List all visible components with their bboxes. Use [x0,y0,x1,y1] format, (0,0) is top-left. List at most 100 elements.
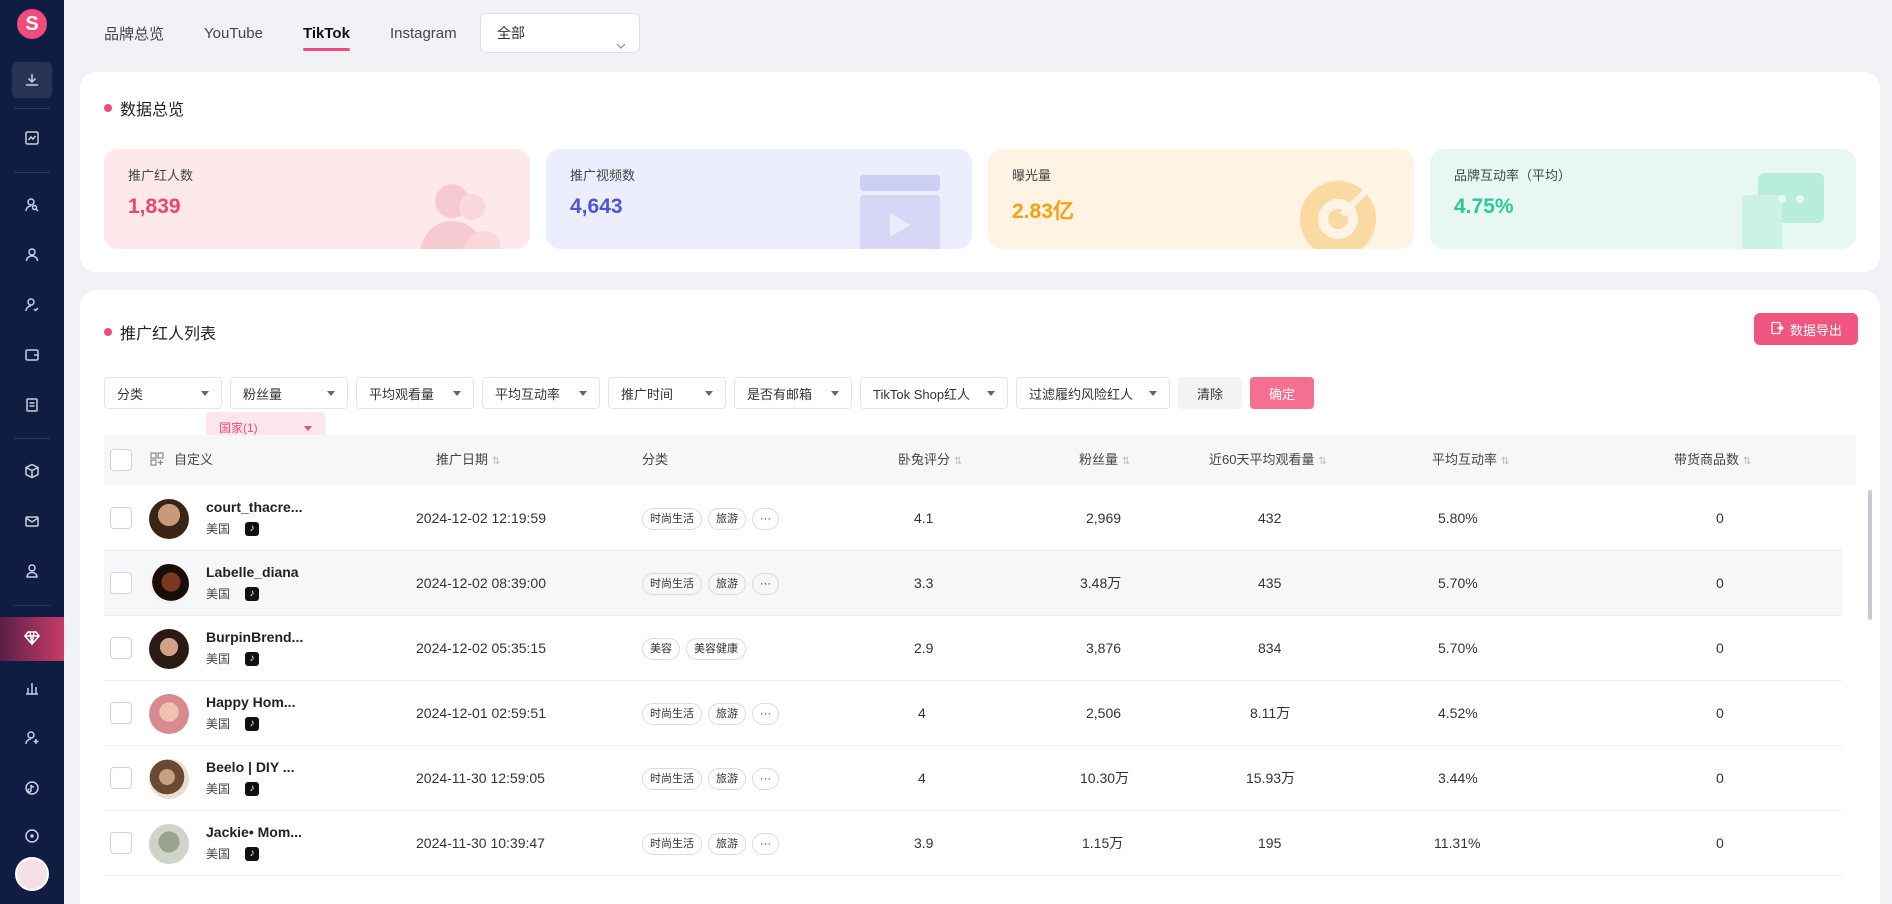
col-avg-views[interactable]: 近60天平均观看量 ⇅ [1209,435,1327,485]
confirm-button[interactable]: 确定 [1250,377,1314,409]
filter-has-email[interactable]: 是否有邮箱 [734,377,852,409]
avg-engagement: 5.70% [1438,575,1478,591]
filter-avg-engagement[interactable]: 平均互动率 [482,377,600,409]
table-row[interactable]: Labelle_diana 美国 ♪ 2024-12-02 08:39:00 时… [104,551,1842,616]
avatar[interactable] [149,499,189,539]
avg-views: 8.11万 [1250,705,1291,721]
influencer-name[interactable]: court_thacre... [206,498,302,516]
overview-card: 数据总览 推广红人数 1,839 推广视频数 4,643 曝光量 2.83亿 品… [80,72,1880,272]
row-checkbox[interactable] [110,507,132,529]
avg-views: 432 [1258,510,1282,526]
tab-tiktok[interactable]: TikTok [302,25,350,51]
brand-nav-active[interactable] [0,617,64,661]
col-score[interactable]: 卧兔评分 ⇅ [898,435,962,485]
country-label: 美国 [206,782,231,796]
row-checkbox[interactable] [110,832,132,854]
clear-button[interactable]: 清除 [1178,377,1242,409]
platform-select[interactable]: 全部 [480,13,640,53]
user-icon[interactable] [12,237,52,273]
more-tags-button[interactable]: ··· [752,573,779,596]
goods-count: 0 [1716,575,1724,591]
avatar[interactable] [149,694,189,734]
table-row[interactable]: Happy Hom... 美国 ♪ 2024-12-01 02:59:51 时尚… [104,681,1842,746]
row-checkbox[interactable] [110,572,132,594]
col-goods[interactable]: 带货商品数 ⇅ [1674,435,1751,485]
stat-influencers: 推广红人数 1,839 [104,149,530,249]
caret-down-icon [304,425,312,431]
score: 4 [918,705,926,721]
caret-down-icon [201,390,209,396]
filter-tiktok-shop[interactable]: TikTok Shop红人 [860,377,1008,409]
more-tags-button[interactable]: ··· [752,768,779,791]
country-label: 美国 [206,587,231,601]
avatar[interactable] [149,824,189,864]
box-icon[interactable] [12,453,52,489]
avatar[interactable] [149,629,189,669]
row-checkbox[interactable] [110,767,132,789]
filter-category[interactable]: 分类 [104,377,222,409]
influencer-list-card: 推广红人列表 数据导出 国家(1) 分类 粉丝量 平均观看量 平均互动率 推广时… [80,290,1880,904]
influencer-name[interactable]: Jackie• Mom... [206,823,302,841]
score: 3.3 [914,575,934,591]
table-row[interactable]: court_thacre... 美国 ♪ 2024-12-02 12:19:59… [104,486,1842,551]
influencer-name[interactable]: Labelle_diana [206,563,299,581]
agent-icon[interactable] [12,553,52,589]
filter-avg-views[interactable]: 平均观看量 [356,377,474,409]
customize-icon[interactable] [150,435,164,485]
avg-views: 435 [1258,575,1282,591]
user-check-icon[interactable] [12,287,52,323]
more-tags-button[interactable]: ··· [752,508,779,531]
table-row[interactable]: Jackie• Mom... 美国 ♪ 2024-11-30 10:39:47 … [104,811,1842,876]
more-icon[interactable] [12,818,52,854]
table-scrollbar[interactable] [1868,490,1872,620]
tab-youtube[interactable]: YouTube [204,25,263,42]
download-icon[interactable] [12,62,52,98]
tag: 时尚生活 [642,768,702,791]
dashboard-icon[interactable] [12,120,52,156]
col-customize[interactable]: 自定义 [174,435,213,485]
col-promo-date[interactable]: 推广日期 ⇅ [436,435,500,485]
avatar[interactable] [149,564,189,604]
avg-engagement: 3.44% [1438,770,1478,786]
filter-fans[interactable]: 粉丝量 [230,377,348,409]
sort-icon: ⇅ [1122,456,1131,467]
col-avg-engagement[interactable]: 平均互动率 ⇅ [1432,435,1509,485]
filter-risk[interactable]: 过滤履约风险红人 [1016,377,1170,409]
table-row[interactable]: Beelo | DIY ... 美国 ♪ 2024-11-30 12:59:05… [104,746,1842,811]
export-button[interactable]: 数据导出 [1754,313,1858,345]
more-tags-button[interactable]: ··· [752,703,779,726]
influencer-name[interactable]: Beelo | DIY ... [206,758,294,776]
fans: 2,506 [1086,705,1122,721]
wallet-icon[interactable] [12,337,52,373]
goods-count: 0 [1716,835,1724,851]
more-tags-button[interactable]: ··· [752,833,779,856]
avg-engagement: 11.31% [1434,835,1481,851]
chevron-down-icon [615,28,627,66]
tiktok-icon: ♪ [245,847,259,861]
table-row[interactable]: BurpinBrend... 美国 ♪ 2024-12-02 05:35:15 … [104,616,1842,681]
mail-icon[interactable] [12,503,52,539]
user-avatar[interactable] [15,857,49,891]
app-logo[interactable]: S [17,9,47,39]
influencer-name[interactable]: Happy Hom... [206,693,295,711]
stat-videos: 推广视频数 4,643 [546,149,972,249]
score: 2.9 [914,640,934,656]
row-checkbox[interactable] [110,637,132,659]
goods-count: 0 [1716,640,1724,656]
caret-down-icon [453,390,461,396]
chart-icon[interactable] [12,670,52,706]
tab-instagram[interactable]: Instagram [390,25,457,42]
sidebar: S [0,0,64,904]
avatar[interactable] [149,759,189,799]
select-all-checkbox[interactable] [110,449,132,471]
report-icon[interactable] [12,387,52,423]
col-fans[interactable]: 粉丝量 ⇅ [1079,435,1130,485]
row-checkbox[interactable] [110,702,132,724]
filter-promo-time[interactable]: 推广时间 [608,377,726,409]
tiktok-icon[interactable] [12,770,52,806]
tab-brand-overview[interactable]: 品牌总览 [104,23,164,44]
user-add-icon[interactable] [12,720,52,756]
user-search-icon[interactable] [12,187,52,223]
overview-title: 数据总览 [104,96,184,120]
influencer-name[interactable]: BurpinBrend... [206,628,303,646]
